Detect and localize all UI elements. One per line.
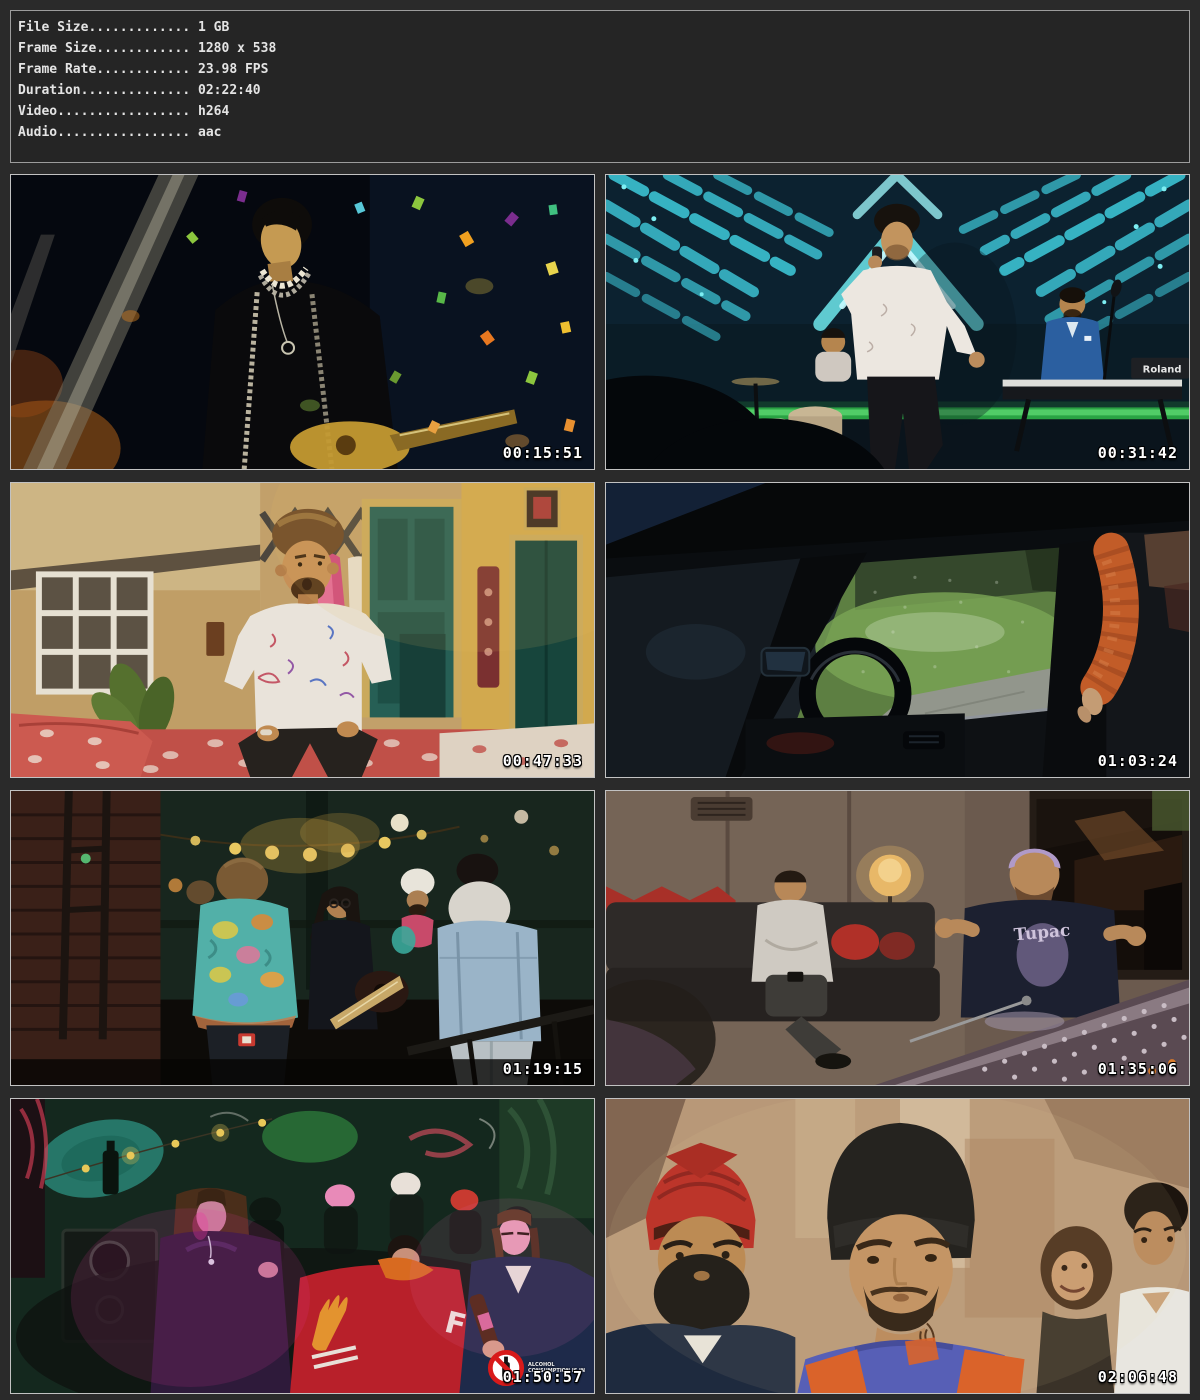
scene-courtyard xyxy=(11,483,594,777)
scene-recording-studio: Tupac xyxy=(606,791,1189,1085)
timestamp-overlay: 02:06:48 xyxy=(1098,1368,1178,1386)
video-thumbnail-3: 00:47:33 xyxy=(10,482,595,778)
media-info-row-video: Video.................h264 xyxy=(18,101,1189,122)
media-info-row-audio: Audio.................aac xyxy=(18,122,1189,143)
keyboard-brand-label: Roland xyxy=(1143,365,1182,376)
media-info-row-framesize: Frame Size............1280 x 538 xyxy=(18,38,1189,59)
timestamp-overlay: 01:03:24 xyxy=(1098,752,1178,770)
video-thumbnail-5: 01:19:15 xyxy=(10,790,595,1086)
media-info-row-filesize: File Size.............1 GB xyxy=(18,17,1189,38)
timestamp-overlay: 00:15:51 xyxy=(503,444,583,462)
scene-car-interior xyxy=(606,483,1189,777)
media-info-row-duration: Duration..............02:22:40 xyxy=(18,80,1189,101)
timestamp-overlay: 01:35:06 xyxy=(1098,1060,1178,1078)
scene-night-street xyxy=(11,791,594,1085)
video-thumbnail-8: 02:06:48 xyxy=(605,1098,1190,1394)
video-thumbnail-2: YAMAHA Roland xyxy=(605,174,1190,470)
media-info-panel: File Size.............1 GB Frame Size...… xyxy=(10,10,1190,163)
scene-stage-performance: YAMAHA Roland xyxy=(606,175,1189,469)
scene-beanie-closeup xyxy=(606,1099,1189,1393)
scene-concert-confetti xyxy=(11,175,594,469)
timestamp-overlay: 01:50:57 xyxy=(503,1368,583,1386)
video-thumbnail-6: Tupac 01:35: xyxy=(605,790,1190,1086)
media-info-row-framerate: Frame Rate............23.98 FPS xyxy=(18,59,1189,80)
video-thumbnail-1: 00:15:51 xyxy=(10,174,595,470)
video-thumbnail-4: 01:03:24 xyxy=(605,482,1190,778)
timestamp-overlay: 00:31:42 xyxy=(1098,444,1178,462)
preview-sheet: File Size.............1 GB Frame Size...… xyxy=(0,0,1200,1400)
timestamp-overlay: 01:19:15 xyxy=(503,1060,583,1078)
video-thumbnail-7: F ALCOHOL CONSUMPTION IS IN xyxy=(10,1098,595,1394)
timestamp-overlay: 00:47:33 xyxy=(503,752,583,770)
